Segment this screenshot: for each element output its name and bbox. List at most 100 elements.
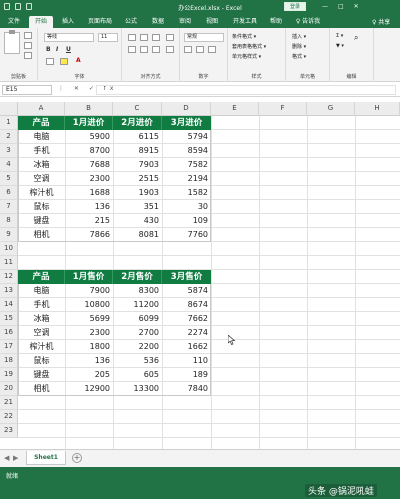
close-button[interactable]: ✕	[354, 3, 359, 10]
row-header[interactable]: 20	[0, 382, 18, 396]
column-header-a[interactable]: A	[18, 102, 65, 116]
table-cell[interactable]: 7760	[162, 228, 211, 242]
table-cell[interactable]: 5794	[162, 130, 211, 144]
table-cell[interactable]: 110	[162, 354, 211, 368]
row-header[interactable]: 16	[0, 326, 18, 340]
share-button[interactable]: ♀ 共享	[372, 17, 390, 26]
row-header[interactable]: 14	[0, 298, 18, 312]
login-button[interactable]: 登录	[284, 2, 306, 11]
table-cell[interactable]: 351	[113, 200, 162, 214]
table-cell[interactable]: 榨汁机	[18, 340, 65, 354]
number-format-select[interactable]: 常规	[184, 33, 224, 42]
font-size-select[interactable]: 11	[98, 33, 118, 42]
table-cell[interactable]: 7900	[65, 284, 113, 298]
sheet-tab-active[interactable]: Sheet1	[26, 451, 66, 465]
column-header-h[interactable]: H	[355, 102, 400, 116]
save-icon[interactable]	[4, 3, 10, 10]
row-header[interactable]: 6	[0, 186, 18, 200]
comma-icon[interactable]	[208, 46, 216, 53]
format-painter-icon[interactable]	[24, 52, 32, 59]
tell-me-search[interactable]: ♀ 告诉我	[292, 16, 324, 28]
table-cell[interactable]: 605	[113, 368, 162, 382]
format-cells-button[interactable]: 格式 ▾	[292, 53, 306, 60]
column-header-f[interactable]: F	[259, 102, 307, 116]
row-header[interactable]: 7	[0, 200, 18, 214]
table-cell[interactable]: 7688	[65, 158, 113, 172]
table-cell[interactable]: 电脑	[18, 284, 65, 298]
row-header[interactable]: 12	[0, 270, 18, 284]
table-cell[interactable]: 8594	[162, 144, 211, 158]
table-cell[interactable]: 7866	[65, 228, 113, 242]
table-cell[interactable]: 2515	[113, 172, 162, 186]
table-cell[interactable]: 30	[162, 200, 211, 214]
font-name-select[interactable]: 等线	[44, 33, 94, 42]
row-header[interactable]: 13	[0, 284, 18, 298]
tab-data[interactable]: 数据	[148, 16, 168, 28]
row-header[interactable]: 23	[0, 424, 18, 438]
table-cell[interactable]: 7903	[113, 158, 162, 172]
select-all-corner[interactable]	[0, 102, 18, 116]
table-cell[interactable]: 相机	[18, 382, 65, 396]
row-header[interactable]: 1	[0, 116, 18, 130]
formula-input[interactable]	[96, 85, 396, 95]
table-cell[interactable]: 7662	[162, 312, 211, 326]
align-right-icon[interactable]	[152, 46, 160, 53]
table-cell[interactable]: 5900	[65, 130, 113, 144]
row-header[interactable]: 8	[0, 214, 18, 228]
italic-button[interactable]: I	[56, 46, 58, 53]
table-cell[interactable]: 手机	[18, 298, 65, 312]
column-header-d[interactable]: D	[162, 102, 211, 116]
table-cell[interactable]: 13300	[113, 382, 162, 396]
scroll-sheets-right-icon[interactable]: ▶	[13, 454, 18, 462]
table-header-cell[interactable]: 3月进价	[162, 116, 211, 130]
row-header[interactable]: 4	[0, 158, 18, 172]
row-header[interactable]: 19	[0, 368, 18, 382]
tab-page-layout[interactable]: 页面布局	[84, 16, 116, 28]
borders-icon[interactable]	[46, 58, 54, 65]
table-cell[interactable]: 2194	[162, 172, 211, 186]
cell-styles-button[interactable]: 单元格样式 ▾	[232, 53, 261, 60]
table-cell[interactable]: 鼠标	[18, 200, 65, 214]
align-middle-icon[interactable]	[140, 34, 148, 41]
table-cell[interactable]: 空调	[18, 172, 65, 186]
copy-icon[interactable]	[24, 42, 32, 49]
tab-developer[interactable]: 开发工具	[229, 16, 261, 28]
tab-view[interactable]: 视图	[202, 16, 222, 28]
column-header-b[interactable]: B	[65, 102, 113, 116]
row-header[interactable]: 2	[0, 130, 18, 144]
table-cell[interactable]: 10800	[65, 298, 113, 312]
insert-cells-button[interactable]: 插入 ▾	[292, 33, 306, 40]
align-left-icon[interactable]	[128, 46, 136, 53]
table-cell[interactable]: 8700	[65, 144, 113, 158]
table-cell[interactable]: 电脑	[18, 130, 65, 144]
table-cell[interactable]: 215	[65, 214, 113, 228]
table-cell[interactable]: 2200	[113, 340, 162, 354]
tab-help[interactable]: 帮助	[266, 16, 286, 28]
tab-review[interactable]: 审阅	[175, 16, 195, 28]
table-cell[interactable]: 8300	[113, 284, 162, 298]
table-cell[interactable]: 136	[65, 354, 113, 368]
table-cell[interactable]: 1582	[162, 186, 211, 200]
row-header[interactable]: 17	[0, 340, 18, 354]
table-cell[interactable]: 2300	[65, 326, 113, 340]
table-cell[interactable]: 5699	[65, 312, 113, 326]
table-cell[interactable]: 8674	[162, 298, 211, 312]
table-cell[interactable]: 1903	[113, 186, 162, 200]
undo-icon[interactable]	[15, 3, 21, 10]
delete-cells-button[interactable]: 删除 ▾	[292, 43, 306, 50]
worksheet-grid[interactable]: 产品 1月进价 2月进价 3月进价 电脑 5900 6115 5794 手机 8…	[18, 116, 400, 449]
bold-button[interactable]: B	[46, 46, 51, 53]
table-cell[interactable]: 空调	[18, 326, 65, 340]
conditional-formatting-button[interactable]: 条件格式 ▾	[232, 33, 256, 40]
table-cell[interactable]: 键盘	[18, 214, 65, 228]
maximize-button[interactable]: □	[338, 3, 344, 10]
table-cell[interactable]: 7582	[162, 158, 211, 172]
table-cell[interactable]: 相机	[18, 228, 65, 242]
table-header-cell[interactable]: 产品	[18, 270, 65, 284]
align-top-icon[interactable]	[128, 34, 136, 41]
tab-file[interactable]: 文件	[4, 16, 24, 28]
table-header-cell[interactable]: 1月售价	[65, 270, 113, 284]
table-cell[interactable]: 冰箱	[18, 312, 65, 326]
table-cell[interactable]: 冰箱	[18, 158, 65, 172]
format-as-table-button[interactable]: 套用表格格式 ▾	[232, 43, 266, 50]
